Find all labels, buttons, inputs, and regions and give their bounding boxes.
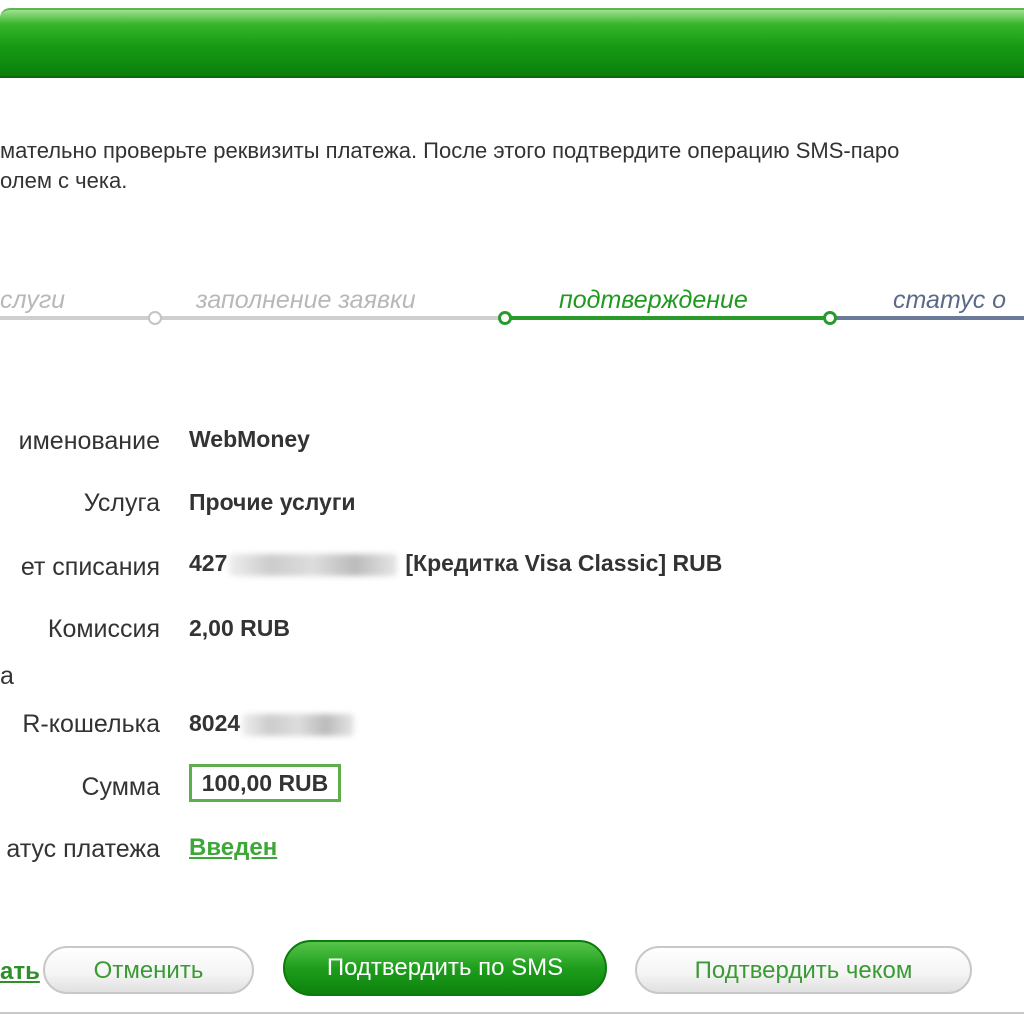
step-dot-confirmation bbox=[498, 311, 512, 325]
section-label: а bbox=[0, 662, 14, 690]
progress-steps: слуги заполнение заявки подтверждение ст… bbox=[0, 280, 1024, 340]
instructions-line-2: олем с чека. bbox=[0, 168, 128, 193]
masked-wallet-number bbox=[242, 713, 355, 736]
payment-status-label: атус платежа bbox=[6, 835, 160, 863]
wallet-value: 8024 bbox=[189, 710, 355, 737]
wallet-label: R-кошелька bbox=[22, 710, 160, 738]
track-active bbox=[505, 316, 830, 320]
bottom-divider bbox=[0, 1012, 1024, 1014]
payment-status-link[interactable]: Введен bbox=[189, 834, 277, 862]
header-bar bbox=[0, 8, 1024, 78]
commission-label: Комиссия bbox=[47, 615, 160, 643]
step-dot-status bbox=[823, 311, 837, 325]
back-link[interactable]: ать bbox=[0, 958, 40, 986]
track-next bbox=[830, 316, 1024, 320]
amount-label: Сумма bbox=[81, 773, 160, 801]
step-status: статус о bbox=[893, 286, 1007, 314]
confirm-sms-button[interactable]: Подтвердить по SMS bbox=[283, 940, 607, 996]
step-fill-form: заполнение заявки bbox=[196, 286, 416, 314]
wallet-number-prefix: 8024 bbox=[189, 710, 241, 736]
account-label: ет списания bbox=[20, 553, 160, 581]
step-services: слуги bbox=[0, 286, 66, 314]
amount-value: 100,00 RUB bbox=[189, 764, 341, 802]
masked-card-number bbox=[229, 553, 398, 576]
confirm-check-button[interactable]: Подтвердить чеком bbox=[635, 946, 972, 994]
window-top-edge bbox=[0, 0, 1024, 8]
track-done bbox=[0, 316, 505, 320]
account-value: 427 [Кредитка Visa Classic] RUB bbox=[189, 550, 722, 577]
service-label: Услуга bbox=[83, 489, 160, 517]
instructions-line-1: мательно проверьте реквизиты платежа. По… bbox=[0, 138, 900, 163]
name-label: именование bbox=[18, 427, 160, 455]
step-dot-fill-form bbox=[148, 311, 162, 325]
cancel-button[interactable]: Отменить bbox=[43, 946, 254, 994]
account-description: [Кредитка Visa Classic] RUB bbox=[405, 550, 723, 576]
step-confirmation: подтверждение bbox=[559, 286, 748, 314]
name-value: WebMoney bbox=[189, 426, 310, 452]
account-number-prefix: 427 bbox=[189, 550, 228, 576]
commission-value: 2,00 RUB bbox=[189, 615, 290, 641]
service-value: Прочие услуги bbox=[189, 489, 356, 515]
